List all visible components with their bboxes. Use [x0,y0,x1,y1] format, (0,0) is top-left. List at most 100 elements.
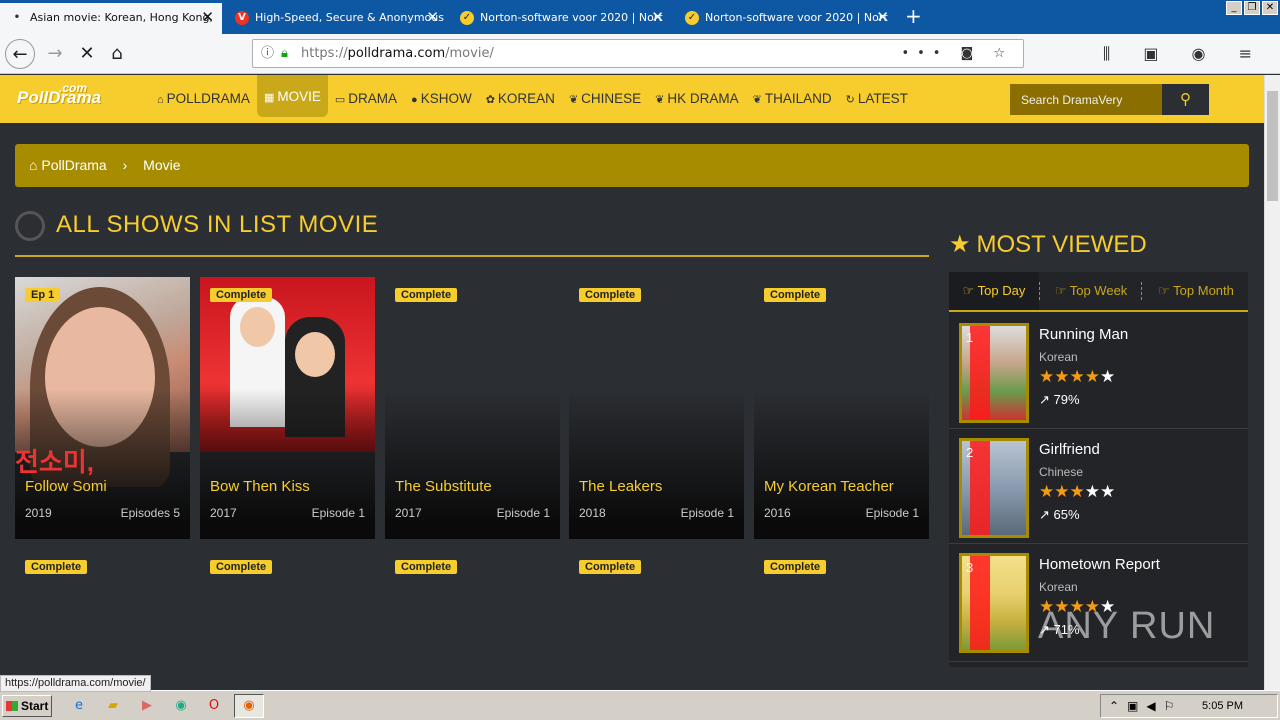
page-actions-icon[interactable]: ••• ◙ ☆ [901,40,1013,67]
chrome-icon[interactable]: ◉ [172,697,190,715]
close-icon[interactable]: ✕ [1262,1,1278,15]
movie-card[interactable]: Complete [200,549,375,690]
movie-card[interactable]: Complete Bow Then Kiss 2017 Episode 1 [200,277,375,539]
menu-item-latest[interactable]: ↻ LATEST [839,75,915,123]
back-arrow-icon[interactable]: ← [5,39,35,69]
movie-card[interactable]: Complete The Substitute 2017 Episode 1 [385,277,560,539]
firefox-icon: ◉ [243,698,255,713]
most-viewed-tabs: ☞ Top Day ☞ Top Week ☞ Top Month [949,272,1248,312]
most-viewed-item[interactable]: 2 Girlfriend Chinese ★★★★★ ↗ 65% [949,429,1248,544]
minimize-icon[interactable]: _ [1226,1,1242,15]
folder-icon[interactable]: ▰ [104,697,122,715]
site-logo[interactable]: PollDrama .com [17,81,101,108]
menu-item-kshow[interactable]: ● KSHOW [404,75,479,123]
tab-title: Norton-software voor 2020 | Nort [705,11,888,24]
percent-value: 65% [1053,507,1080,522]
thumbnail-image[interactable]: 2 [959,438,1029,538]
tab-top-month[interactable]: ☞ Top Month [1144,272,1248,310]
maximize-icon[interactable]: ❐ [1244,1,1260,15]
search-input[interactable] [1010,84,1162,115]
movie-card[interactable]: Complete [385,549,560,690]
rank-number: 2 [966,445,974,460]
status-badge: Complete [764,288,827,302]
address-bar[interactable]: ⓘ 🔒︎ https://polldrama.com/movie/ ••• ◙ … [252,39,1024,68]
card-title[interactable]: The Leakers [579,478,662,495]
card-title[interactable]: My Korean Teacher [764,478,894,495]
menu-item-drama[interactable]: ▭ DRAMA [328,75,404,123]
thumbnail-image[interactable]: 3 [959,553,1029,653]
card-episode: Episode 1 [496,506,550,520]
star-icon: ★ [1054,367,1070,386]
refresh-icon: ↻ [845,94,855,106]
ie-icon[interactable]: e [70,697,88,715]
most-viewed-item[interactable]: 1 Running Man Korean ★★★★★ ↗ 79% [949,314,1248,429]
forward-arrow-icon[interactable]: → [40,39,70,69]
card-year: 2017 [395,506,422,520]
card-year: 2019 [25,506,52,520]
menu-item-thailand[interactable]: ❦ THAILAND [746,75,839,123]
menu-item-korean[interactable]: ✿ KOREAN [479,75,562,123]
menu-label: LATEST [857,91,908,106]
tab-top-week[interactable]: ☞ Top Week [1041,272,1142,310]
logo-suffix: .com [59,81,88,95]
tray-icons[interactable]: ⌃▣◀⚐ [1109,695,1182,717]
star-icon: ★ [1054,482,1070,501]
item-title[interactable]: Running Man [1039,326,1128,343]
stop-loading-icon[interactable]: ✕ [72,39,102,69]
browser-tab[interactable]: V High-Speed, Secure & Anonymous ✕ [225,3,447,34]
tab-close-icon[interactable]: ✕ [426,3,439,32]
menu-label: KSHOW [420,91,472,106]
tab-top-day[interactable]: ☞ Top Day [949,272,1040,310]
page-scrollbar[interactable] [1264,75,1280,690]
movie-card[interactable]: 전소미, Ep 1 Follow Somi 2019 Episodes 5 [15,277,190,539]
movie-card[interactable]: Complete [15,549,190,690]
thumbnail-image[interactable]: 1 [959,323,1029,423]
url-prefix: https:// [301,46,348,61]
menu-item-polldrama[interactable]: ⌂ POLLDRAMA [150,75,257,123]
scrollbar-thumb[interactable] [1267,91,1278,201]
browser-tab[interactable]: ✓ Norton-software voor 2020 | Nort ✕ [450,3,672,34]
browser-tab[interactable]: ✓ Norton-software voor 2020 | Nort ✕ [675,3,897,34]
browser-tools-icons[interactable]: ⫼ ▣ ◉ ≡ [1103,39,1266,69]
new-tab-icon[interactable]: + [905,4,922,28]
search-form: ⚲ [1010,84,1209,115]
media-player-icon[interactable]: ▶ [138,697,156,715]
menu-label: POLLDRAMA [166,91,250,106]
star-icon: ★ [949,231,971,258]
tab-label: Top Week [1069,283,1128,298]
browser-tab[interactable]: • Asian movie: Korean, Hong Kong, ✕ [0,3,222,34]
menu-item-hk-drama[interactable]: ❦ HK DRAMA [648,75,745,123]
site-viewport: PollDrama .com ⌂ POLLDRAMA ▦ MOVIE ▭ DRAMA ● KS… [0,75,1264,690]
status-bar-url: https://polldrama.com/movie/ [0,675,151,692]
movie-card[interactable]: Complete The Leakers 2018 Episode 1 [569,277,744,539]
home-icon[interactable]: ⌂ [102,39,132,69]
item-title[interactable]: Girlfriend [1039,441,1100,458]
card-episode: Episodes 5 [120,506,180,520]
menu-item-chinese[interactable]: ❦ CHINESE [562,75,648,123]
card-title[interactable]: Follow Somi [25,478,107,495]
start-button[interactable]: Start [2,695,52,717]
menu-item-movie[interactable]: ▦ MOVIE [256,75,328,117]
tab-close-icon[interactable]: ✕ [651,3,664,32]
breadcrumb-home-link[interactable]: PollDrama [41,157,106,173]
card-title[interactable]: The Substitute [395,478,492,495]
movie-card[interactable]: Complete [569,549,744,690]
item-language: Korean [1039,580,1078,594]
firefox-taskbar-button[interactable]: ◉ [234,694,264,718]
card-title[interactable]: Bow Then Kiss [210,478,310,495]
star-icon: ★ [1100,367,1116,386]
hand-point-icon: ☞ [962,283,975,298]
card-episode: Episode 1 [680,506,734,520]
trend-icon: ↗ [1039,507,1050,522]
tab-close-icon[interactable]: ✕ [201,3,214,32]
tab-close-icon[interactable]: ✕ [876,3,889,32]
info-icon[interactable]: ⓘ [261,40,274,67]
movie-card[interactable]: Complete [754,549,929,690]
clock: 5:05 PM [1202,700,1243,712]
item-title[interactable]: Hometown Report [1039,556,1160,573]
item-percent: ↗ 79% [1039,392,1080,408]
chevron-right-icon: › [122,157,128,173]
opera-icon[interactable]: O [205,697,223,715]
search-icon[interactable]: ⚲ [1162,84,1209,115]
movie-card[interactable]: Complete My Korean Teacher 2016 Episode 1 [754,277,929,539]
